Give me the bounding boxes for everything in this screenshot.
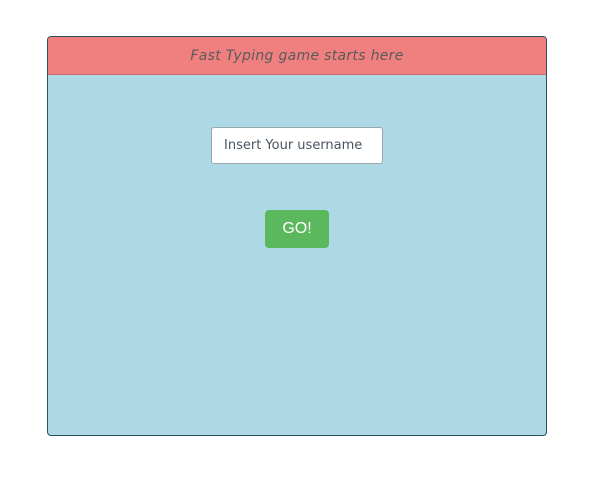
username-input[interactable] [211, 127, 383, 164]
panel-header: Fast Typing game starts here [48, 37, 546, 75]
game-panel: Fast Typing game starts here GO! [47, 36, 547, 436]
go-button[interactable]: GO! [265, 210, 329, 248]
